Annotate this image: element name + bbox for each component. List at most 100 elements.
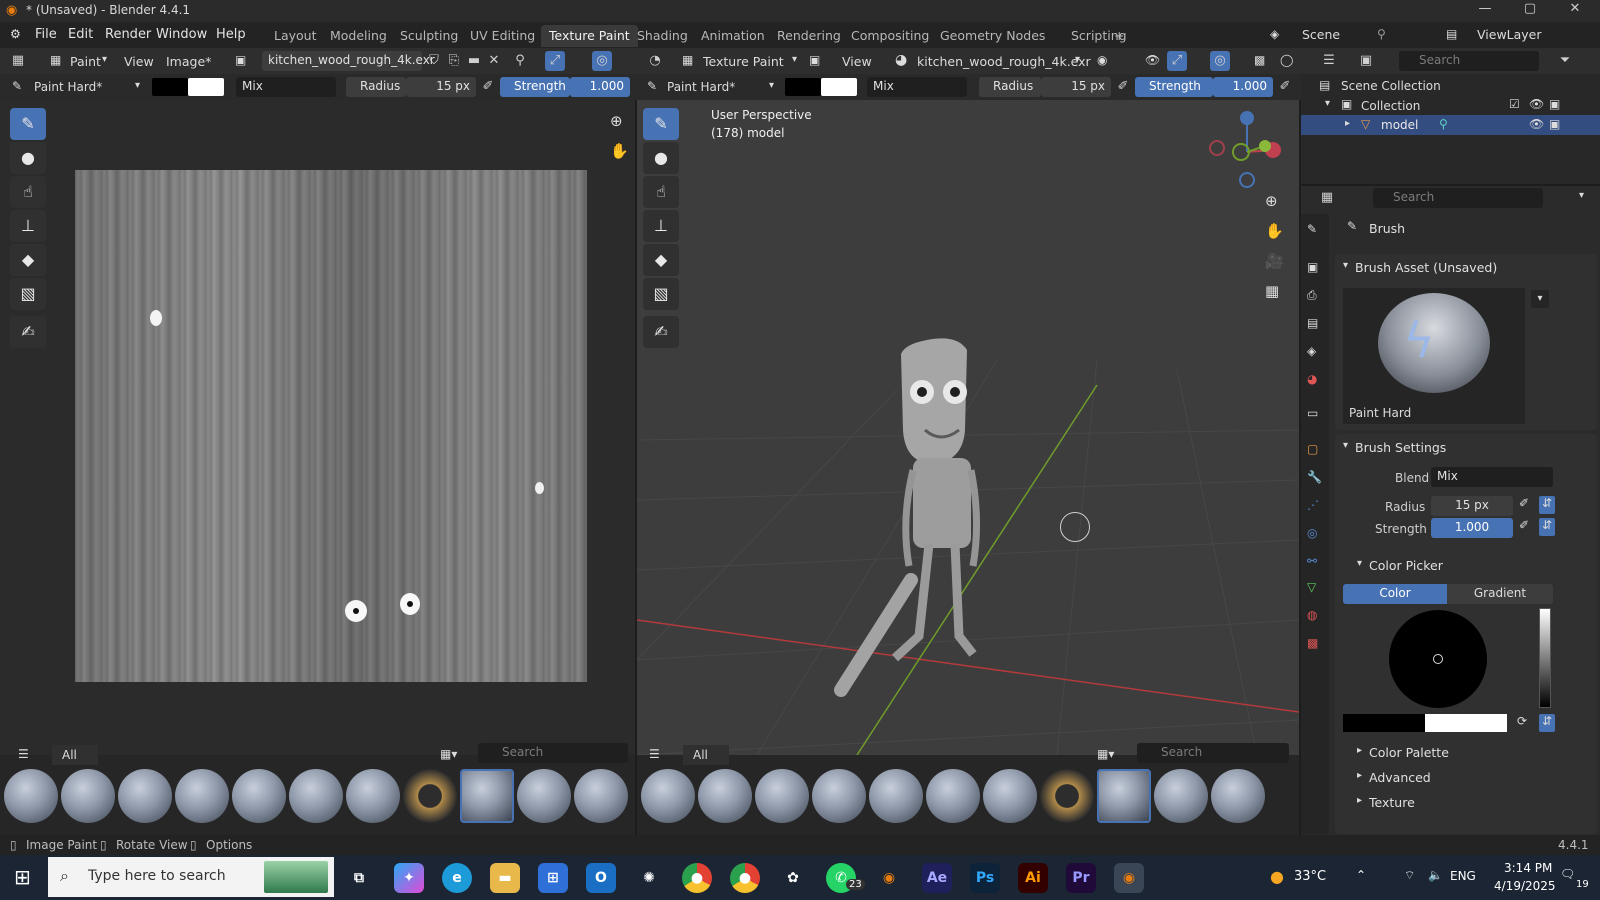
unified-icon[interactable]: ⇵ <box>1539 496 1555 514</box>
expand-arrow-icon[interactable]: ▸ <box>1357 745 1362 756</box>
edge-icon[interactable]: e <box>442 863 472 893</box>
store-icon[interactable]: ⊞ <box>538 863 568 893</box>
brush-thumbnail[interactable] <box>698 769 752 823</box>
brush-thumbnail[interactable] <box>869 769 923 823</box>
shelf-display-icon[interactable]: ▦▾ <box>1097 747 1114 761</box>
output-tab-icon[interactable]: ⎙ <box>1307 288 1317 303</box>
fill-tool-icon[interactable]: ◆ <box>643 244 679 276</box>
perspective-grid-icon[interactable]: ▦ <box>1265 282 1279 300</box>
shelf-menu-icon[interactable]: ☰ <box>649 747 660 761</box>
gizmo-toggle-icon[interactable]: ⤢ <box>1167 51 1187 71</box>
tab-texture-paint[interactable]: Texture Paint <box>541 25 638 47</box>
mask-tool-icon[interactable]: ▧ <box>643 278 679 310</box>
collection-tab-icon[interactable]: ▭ <box>1307 406 1318 420</box>
menu-window[interactable]: Window <box>156 27 207 42</box>
blend-select[interactable]: Mix <box>1431 467 1553 487</box>
navigation-gizmo[interactable] <box>1207 108 1287 188</box>
expand-arrow-icon[interactable]: ▸ <box>1357 795 1362 806</box>
pressure-icon[interactable]: ✐ <box>1519 496 1529 510</box>
brush-thumbnail[interactable] <box>1040 769 1094 823</box>
zoom-icon[interactable]: ⊕ <box>1265 192 1278 210</box>
collection-label[interactable]: Collection <box>1361 99 1420 113</box>
chevron-down-icon[interactable]: ▾ <box>1343 440 1348 451</box>
outlook-icon[interactable]: O <box>586 863 616 893</box>
texture-tab-icon[interactable]: ▩ <box>1307 636 1318 650</box>
pressure-icon[interactable]: ✐ <box>1275 77 1295 97</box>
editor-type-icon[interactable]: ◔ <box>645 51 665 71</box>
menu-file[interactable]: File <box>35 27 57 42</box>
annotate-tool-icon[interactable]: ✍ <box>10 316 46 348</box>
illustrator-icon[interactable]: Ai <box>1018 863 1048 893</box>
properties-search-input[interactable]: Search <box>1373 188 1543 208</box>
tab-sculpting[interactable]: Sculpting <box>392 25 466 47</box>
secondary-color-swatch[interactable] <box>1425 714 1507 732</box>
overlay-toggle-icon[interactable]: ◎ <box>1210 51 1230 71</box>
pin-icon[interactable]: ⚲ <box>510 51 530 71</box>
unified-icon[interactable]: ⇵ <box>1539 714 1555 732</box>
pan-hand-icon[interactable]: ✋ <box>1265 222 1284 240</box>
tab-geometry-nodes[interactable]: Geometry Nodes <box>932 25 1053 47</box>
menu-view[interactable]: View <box>124 54 154 69</box>
volume-icon[interactable]: 🔈 <box>1428 868 1443 882</box>
add-workspace-button[interactable]: + <box>1106 25 1132 47</box>
viewport-mode-select[interactable]: Texture Paint <box>703 54 784 69</box>
brush-thumbnail-selected[interactable] <box>460 769 514 823</box>
modifier-tab-icon[interactable]: 🔧 <box>1307 470 1322 484</box>
brush-thumbnail[interactable] <box>983 769 1037 823</box>
character-model[interactable] <box>817 330 1017 710</box>
secondary-color-swatch[interactable] <box>188 78 224 96</box>
pressure-icon[interactable]: ✐ <box>1519 518 1529 532</box>
chrome-icon[interactable]: ● <box>682 863 712 893</box>
include-checkbox[interactable]: ☑ <box>1509 97 1520 111</box>
maximize-button[interactable]: ▢ <box>1510 1 1550 21</box>
primary-color-swatch[interactable] <box>1343 714 1425 732</box>
visibility-icon[interactable]: 👁 <box>1145 53 1160 67</box>
brush-settings-section[interactable]: Brush Settings <box>1355 440 1446 455</box>
chevron-down-icon[interactable]: ▾ <box>1579 190 1584 201</box>
brush-thumbnail[interactable] <box>61 769 115 823</box>
shelf-filter-all[interactable]: All <box>52 745 98 765</box>
outliner-editor-type-icon[interactable]: ☰ <box>1319 51 1339 71</box>
fill-tool-icon[interactable]: ◆ <box>10 244 46 276</box>
notifications-icon[interactable]: 🗨 <box>1560 867 1575 881</box>
chevron-down-icon[interactable]: ▾ <box>1357 558 1362 569</box>
shelf-menu-icon[interactable]: ☰ <box>18 747 29 761</box>
strength-field-label[interactable]: Strength <box>500 77 570 97</box>
viewport-radius-label[interactable]: Radius <box>979 77 1041 97</box>
radius-field[interactable]: 15 px <box>406 77 476 97</box>
color-palette-section[interactable]: Color Palette <box>1369 745 1449 760</box>
annotate-tool-icon[interactable]: ✍ <box>643 316 679 348</box>
after-effects-icon[interactable]: Ae <box>922 863 952 893</box>
viewport-image-select[interactable]: kitchen_wood_rough_4k.exr <box>917 54 1091 69</box>
camera-render-icon[interactable]: ▣ <box>1549 97 1560 111</box>
editor-type-icon[interactable]: ▦ <box>8 51 28 71</box>
pressure-icon[interactable]: ✐ <box>1113 77 1133 97</box>
tab-rendering[interactable]: Rendering <box>769 25 849 47</box>
brush-thumbnail[interactable] <box>175 769 229 823</box>
particles-tab-icon[interactable]: ⋰ <box>1307 498 1319 512</box>
world-tab-icon[interactable]: ◕ <box>1307 372 1317 386</box>
clone-tool-icon[interactable]: ⊥ <box>10 210 46 242</box>
image-editor[interactable]: ✎ ● ☝ ⊥ ◆ ▧ ✍ ⊕ ✋ <box>0 100 635 755</box>
advanced-section[interactable]: Advanced <box>1369 770 1431 785</box>
blend-select[interactable]: Mix <box>236 77 336 97</box>
brush-thumbnail[interactable] <box>289 769 343 823</box>
expand-arrow-icon[interactable]: ▸ <box>1345 118 1350 129</box>
new-image-icon[interactable]: ⎘ <box>444 51 464 71</box>
tab-layout[interactable]: Layout <box>266 25 325 47</box>
brush-thumbnail[interactable] <box>118 769 172 823</box>
data-tab-icon[interactable]: ▽ <box>1307 580 1316 594</box>
scene-tab-icon[interactable]: ◈ <box>1307 344 1316 358</box>
menu-edit[interactable]: Edit <box>68 27 93 42</box>
file-explorer-icon[interactable]: ▬ <box>490 863 520 893</box>
soften-tool-icon[interactable]: ● <box>10 142 46 174</box>
photoshop-icon[interactable]: Ps <box>970 863 1000 893</box>
brush-preview-thumbnail[interactable]: ϟ Paint Hard <box>1343 288 1525 424</box>
copilot-icon[interactable]: ✦ <box>394 863 424 893</box>
brush-thumbnail[interactable] <box>641 769 695 823</box>
primary-color-swatch[interactable] <box>152 78 188 96</box>
task-view-icon[interactable]: ⧉ <box>344 863 374 893</box>
taskbar-search-input[interactable]: Type here to search <box>88 868 226 884</box>
premiere-icon[interactable]: Pr <box>1066 863 1096 893</box>
viewport-brush-select[interactable]: Paint Hard* <box>667 80 735 94</box>
